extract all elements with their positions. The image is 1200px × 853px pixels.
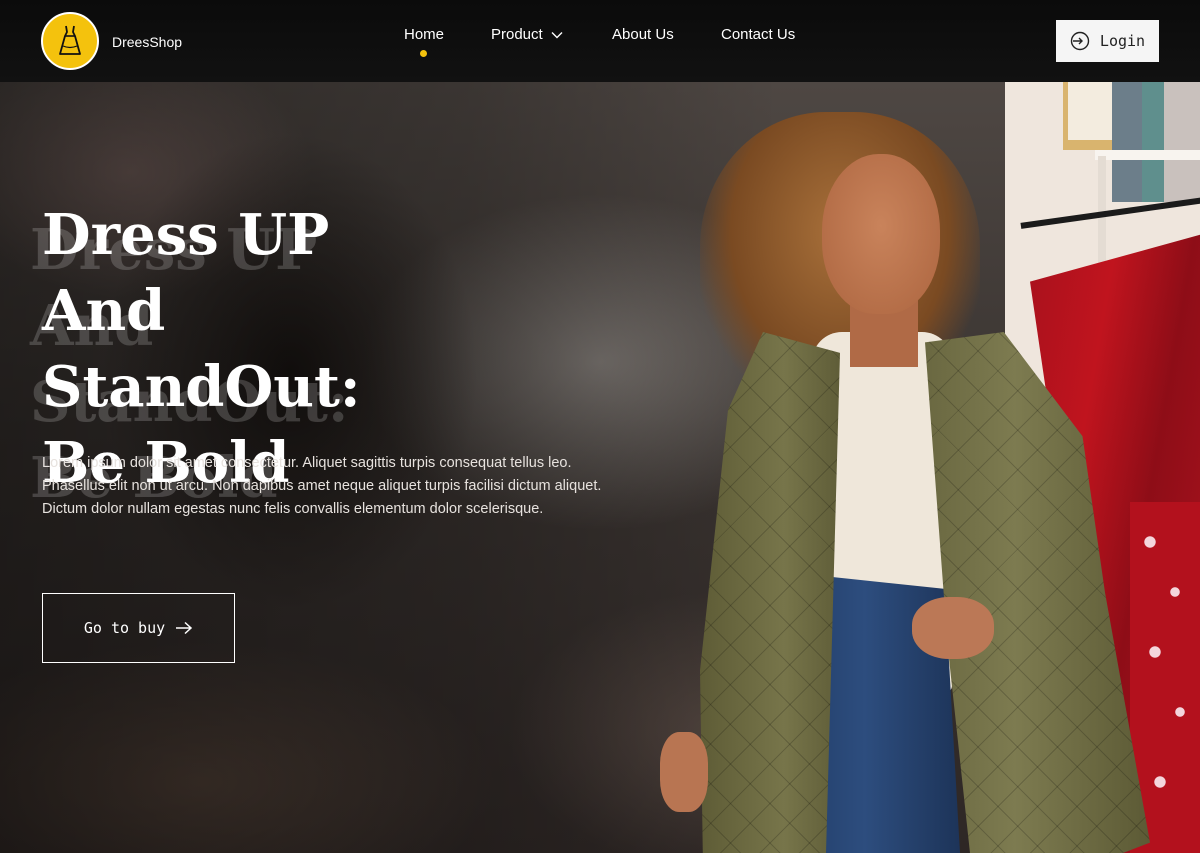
folded-clothes xyxy=(1142,82,1164,202)
model-hand xyxy=(912,597,994,659)
go-to-buy-button[interactable]: Go to buy xyxy=(42,593,235,663)
active-indicator-dot xyxy=(420,50,427,57)
login-icon xyxy=(1070,31,1090,51)
chevron-down-icon xyxy=(551,31,563,38)
folded-clothes xyxy=(1112,82,1142,202)
go-to-buy-label: Go to buy xyxy=(83,619,166,637)
model-face xyxy=(822,154,940,314)
login-button-label: Login xyxy=(1099,32,1146,50)
brand-logo[interactable] xyxy=(41,12,99,70)
nav-item-about-us[interactable]: About Us xyxy=(612,26,674,43)
top-navbar: DreesShop Home Product About Us Contact … xyxy=(0,0,1200,82)
hero-section: Dress UP And StandOut: Be Bold Dress UP … xyxy=(0,82,1200,853)
nav-item-home[interactable]: Home xyxy=(404,26,444,43)
dress-icon xyxy=(59,25,81,55)
folded-clothes xyxy=(1164,82,1200,202)
nav-item-product-label: Product xyxy=(491,26,543,43)
wall-poster-paper xyxy=(1068,82,1112,140)
nav-item-product[interactable]: Product xyxy=(491,26,563,43)
arrow-right-icon xyxy=(176,621,193,635)
hero-description: Lorem ipsum dolor sit amet consectetur. … xyxy=(42,455,602,517)
nav-item-contact-us[interactable]: Contact Us xyxy=(721,26,795,43)
model-hand xyxy=(660,732,708,812)
brand-name[interactable]: DreesShop xyxy=(112,34,182,50)
login-button[interactable]: Login xyxy=(1056,20,1159,62)
store-shelf xyxy=(1095,150,1200,160)
